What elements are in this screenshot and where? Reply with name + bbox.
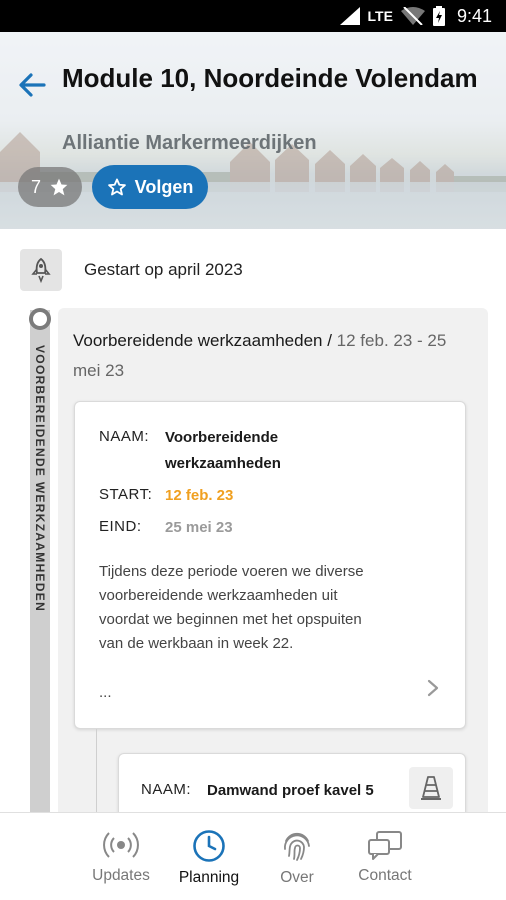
battery-charging-icon — [432, 6, 445, 26]
network-type: LTE — [367, 8, 393, 24]
timeline-dot — [29, 308, 51, 330]
wifi-off-icon — [400, 7, 425, 25]
chevron-right-icon[interactable] — [423, 674, 443, 702]
nav-item-planning[interactable]: Planning — [165, 813, 253, 900]
nav-label-over: Over — [280, 869, 314, 886]
nav-label-planning: Planning — [178, 869, 240, 886]
nav-item-contact[interactable]: Contact — [341, 813, 429, 900]
clock-icon — [193, 830, 225, 862]
rocket-icon — [31, 257, 51, 283]
project-header: Module 10, Noordeinde Volendam Alliantie… — [0, 32, 506, 229]
nav-item-updates[interactable]: Updates — [77, 813, 165, 900]
started-text: Gestart op april 2023 — [84, 260, 243, 279]
star-icon — [50, 178, 68, 196]
sub-name-value: Damwand proef kavel 5 — [207, 782, 374, 799]
nav-item-over[interactable]: Over — [253, 813, 341, 900]
favorite-count-badge: 7 — [18, 167, 82, 207]
back-button[interactable] — [14, 67, 50, 103]
page-subtitle: Alliantie Markermeerdijken — [62, 132, 317, 154]
clock-time: 9:41 — [456, 5, 492, 26]
broadcast-icon — [103, 832, 139, 858]
rocket-icon-box — [20, 249, 62, 291]
name-value: Voorbereidende werkzaamheden — [165, 429, 281, 472]
description-ellipsis: ... — [99, 684, 112, 701]
end-label: EIND: — [99, 518, 142, 535]
follow-label: Volgen — [134, 176, 194, 197]
favorite-count: 7 — [30, 176, 41, 197]
page-title: Module 10, Noordeinde Volendam — [62, 63, 478, 93]
phase-title: Voorbereidende werkzaamheden / — [73, 331, 332, 350]
follow-button[interactable]: Volgen — [92, 165, 208, 209]
status-bar: LTE 9:41 — [0, 0, 506, 32]
fingerprint-icon — [284, 832, 310, 861]
star-outline-icon — [107, 178, 126, 196]
name-label: NAAM: — [99, 428, 150, 445]
activity-card[interactable]: NAAM: Voorbereidende werkzaamheden START… — [74, 401, 466, 729]
phase-vertical-text: VOORBEREIDENDE WERKZAAMHEDEN — [33, 345, 47, 613]
timeline-connector — [96, 729, 97, 814]
nav-label-contact: Contact — [358, 867, 412, 884]
chat-icon — [368, 831, 402, 860]
end-value: 25 mei 23 — [165, 519, 233, 536]
start-label: START: — [99, 486, 153, 503]
traffic-cone-icon-box — [409, 767, 453, 809]
start-value: 12 feb. 23 — [165, 487, 234, 504]
started-row: Gestart op april 2023 — [20, 248, 243, 292]
phase-heading: Voorbereidende werkzaamheden / 12 feb. 2… — [73, 326, 463, 386]
bottom-navigation: Updates Planning Over Contact — [0, 812, 506, 900]
activity-description: Tijdens deze periode voeren we diverse v… — [99, 563, 364, 652]
phase-vertical-label: VOORBEREIDENDE WERKZAAMHEDEN — [30, 345, 50, 635]
nav-label-updates: Updates — [92, 867, 150, 884]
signal-icon — [339, 7, 360, 25]
traffic-cone-icon — [421, 776, 441, 800]
sub-name-label: NAAM: — [141, 781, 192, 798]
arrow-left-icon — [19, 73, 46, 97]
